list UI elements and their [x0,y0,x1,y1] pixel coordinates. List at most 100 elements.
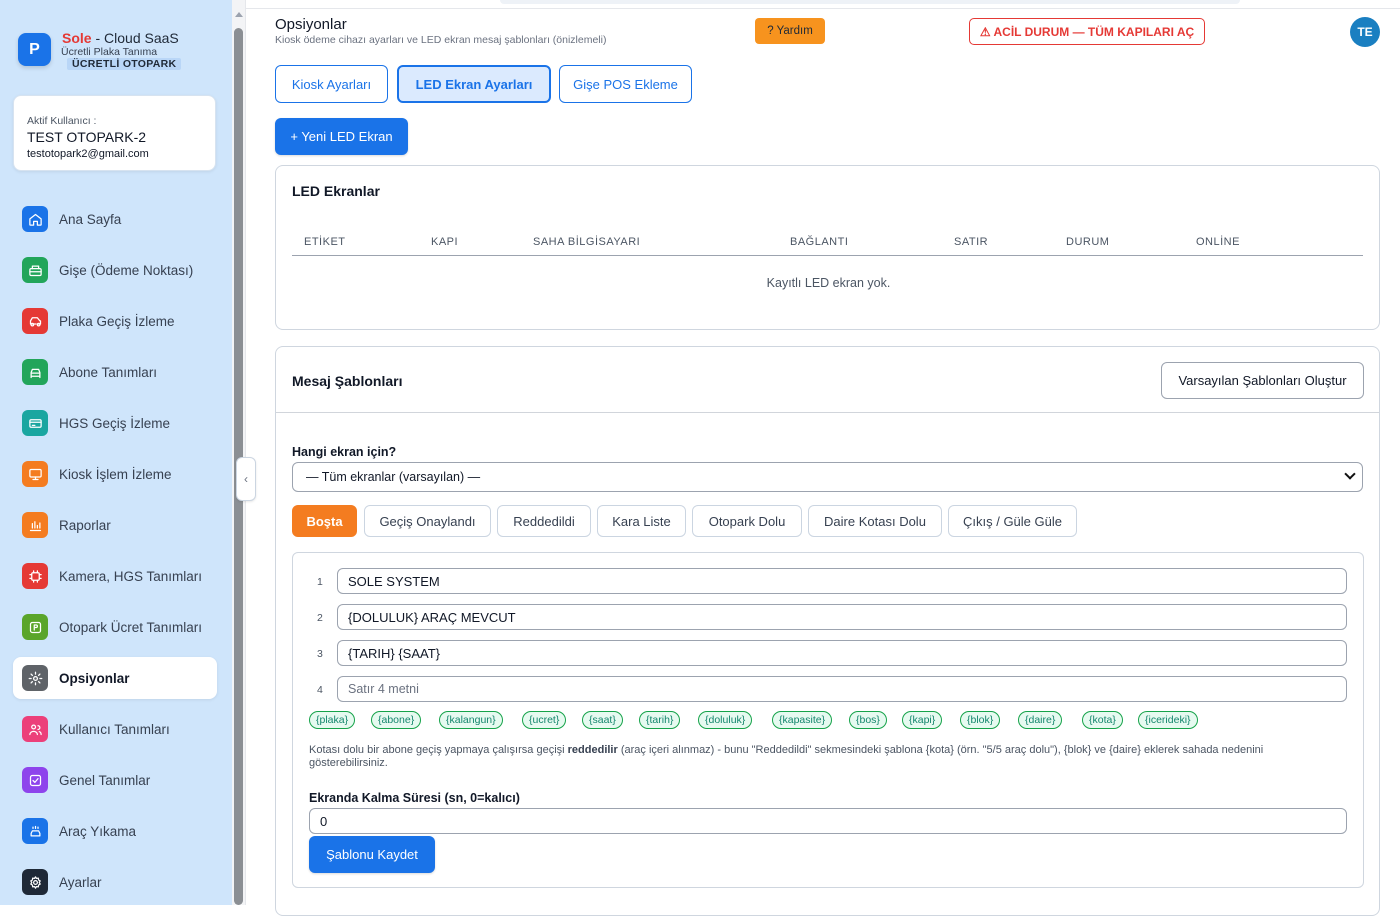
help-button[interactable]: ? Yardım [755,18,825,44]
template-tab-gecis-onaylandi[interactable]: Geçiş Onaylandı [364,505,491,537]
sidebar-item-ana-sayfa[interactable]: Ana Sayfa [13,198,217,240]
new-led-screen-button[interactable]: + Yeni LED Ekran [275,118,408,155]
scroll-up-arrow-icon[interactable] [235,12,243,17]
variable-chip[interactable]: {doluluk} [698,711,753,729]
sidebar-item-arac-yikama[interactable]: Araç Yıkama [13,810,217,852]
column-header: SATIR [954,236,989,248]
subscriber-car-icon [22,359,48,385]
column-header: DURUM [1066,236,1110,248]
sidebar-item-kamera-hgs[interactable]: Kamera, HGS Tanımları [13,555,217,597]
note-text: Kotası dolu bir abone geçiş yapmaya çalı… [309,744,568,756]
sidebar-item-plaka-gecis[interactable]: Plaka Geçiş İzleme [13,300,217,342]
variable-chip[interactable]: {bos} [849,711,887,729]
page-title: Opsiyonlar [275,16,347,33]
line-number: 1 [317,576,323,588]
template-tab-otopark-dolu[interactable]: Otopark Dolu [692,505,802,537]
sidebar-item-kullanici[interactable]: Kullanıcı Tanımları [13,708,217,750]
sidebar-item-abone[interactable]: Abone Tanımları [13,351,217,393]
cash-register-icon [22,257,48,283]
template-line-2-input[interactable]: {DOLULUK} ARAÇ MEVCUT [337,604,1347,630]
brand-name: Sole [62,30,92,46]
template-line-4-input[interactable]: Satır 4 metni [337,676,1347,702]
sidebar-item-opsiyonlar[interactable]: Opsiyonlar [13,657,217,699]
screen-select[interactable]: — Tüm ekranlar (varsayılan) — [292,462,1363,492]
line-number: 3 [317,648,323,660]
brand-logo[interactable]: P [18,33,51,66]
led-screens-table-header: ETİKET KAPI SAHA BİLGİSAYARI BAĞLANTI SA… [292,228,1363,256]
template-line-3-input[interactable]: {TARIH} {SAAT} [337,640,1347,666]
create-default-templates-button[interactable]: Varsayılan Şablonları Oluştur [1161,362,1364,399]
tab-kiosk-ayarlari[interactable]: Kiosk Ayarları [275,65,388,103]
variable-chip[interactable]: {kota} [1082,711,1123,729]
screen-select-value: — Tüm ekranlar (varsayılan) — [306,470,481,484]
variable-chip[interactable]: {plaka} [309,711,356,729]
variable-chip[interactable]: {kalangun} [439,711,503,729]
variable-chip[interactable]: {saat} [582,711,623,729]
template-tab-bosta[interactable]: Boşta [292,505,357,537]
column-header: SAHA BİLGİSAYARI [533,236,641,248]
sidebar-item-label: Abone Tanımları [59,364,158,380]
bar-chart-icon [22,512,48,538]
sidebar-item-label: Otopark Ücret Tanımları [59,619,203,635]
chevron-down-icon [1344,468,1356,480]
variable-chip[interactable]: {abone} [371,711,422,729]
screen-select-label: Hangi ekran için? [292,445,397,459]
led-screens-title: LED Ekranlar [292,183,380,199]
column-header: ONLİNE [1196,236,1240,248]
template-line-1-input[interactable]: SOLE SYSTEM [337,568,1347,594]
template-tab-reddedildi[interactable]: Reddedildi [497,505,591,537]
checkbox-icon [22,767,48,793]
sidebar-collapse-button[interactable]: ‹ [236,457,256,501]
variable-chip[interactable]: {kapasite} [772,711,833,729]
sidebar-item-genel-tanimlar[interactable]: Genel Tanımlar [13,759,217,801]
variable-chip[interactable]: {blok} [960,711,1001,729]
variable-chip[interactable]: {icerideki} [1138,711,1198,729]
brand-name-suffix: - Cloud SaaS [91,30,179,46]
sidebar: P Sole - Cloud SaaS Ücretli Plaka Tanıma… [0,0,232,905]
users-icon [22,716,48,742]
line-number: 2 [317,612,323,624]
sidebar-item-label: Plaka Geçiş İzleme [59,313,175,329]
save-template-button[interactable]: Şablonu Kaydet [309,836,435,873]
sidebar-scrollbar[interactable] [232,0,246,905]
car-wash-icon [22,818,48,844]
sidebar-item-label: Ayarlar [59,874,102,890]
brand-badge: ÜCRETLİ OTOPARK [67,58,182,70]
variable-chip[interactable]: {kapi} [902,711,943,729]
sidebar-item-raporlar[interactable]: Raporlar [13,504,217,546]
avatar[interactable]: TE [1350,17,1380,47]
variable-chip[interactable]: {ucret} [522,711,567,729]
duration-input[interactable]: 0 [309,808,1347,834]
variable-chip[interactable]: {daire} [1018,711,1063,729]
message-templates-title: Mesaj Şablonları [292,373,403,389]
sidebar-item-label: Opsiyonlar [59,670,130,686]
sidebar-item-label: Gişe (Ödeme Noktası) [59,262,194,278]
template-tab-cikis-gule-gule[interactable]: Çıkış / Güle Güle [948,505,1077,537]
quota-info-note: Kotası dolu bir abone geçiş yapmaya çalı… [309,744,1319,770]
sidebar-item-otopark-ucret[interactable]: Otopark Ücret Tanımları [13,606,217,648]
sidebar-item-label: HGS Geçiş İzleme [59,415,171,431]
tab-led-ekran-ayarlari[interactable]: LED Ekran Ayarları [397,65,551,103]
variable-chip[interactable]: {tarih} [639,711,681,729]
sidebar-item-ayarlar[interactable]: Ayarlar [13,861,217,903]
sidebar-item-kiosk-islem[interactable]: Kiosk İşlem İzleme [13,453,217,495]
sidebar-item-hgs-gecis[interactable]: HGS Geçiş İzleme [13,402,217,444]
sidebar-item-label: Araç Yıkama [59,823,137,839]
monitor-icon [22,461,48,487]
address-bar [500,0,1240,4]
led-screens-empty-message: Kayıtlı LED ekran yok. [766,276,891,290]
active-user-name: TEST OTOPARK-2 [27,129,147,145]
template-tab-daire-kotasi-dolu[interactable]: Daire Kotası Dolu [808,505,942,537]
brand: P Sole - Cloud SaaS Ücretli Plaka Tanıma… [18,30,218,73]
sidebar-item-label: Kiosk İşlem İzleme [59,466,172,482]
template-tab-kara-liste[interactable]: Kara Liste [597,505,686,537]
gear-icon [22,665,48,691]
led-screens-card: LED Ekranlar ETİKET KAPI SAHA BİLGİSAYAR… [275,165,1380,330]
parking-icon [22,614,48,640]
emergency-open-all-gates-button[interactable]: ⚠ ACİL DURUM — TÜM KAPILARI AÇ [969,18,1205,45]
note-bold-text: reddedilir [567,744,618,756]
tab-gise-pos-ekleme[interactable]: Gişe POS Ekleme [559,65,692,103]
chip-icon [22,563,48,589]
sidebar-item-gise[interactable]: Gişe (Ödeme Noktası) [13,249,217,291]
brand-title: Sole - Cloud SaaS [62,30,179,46]
